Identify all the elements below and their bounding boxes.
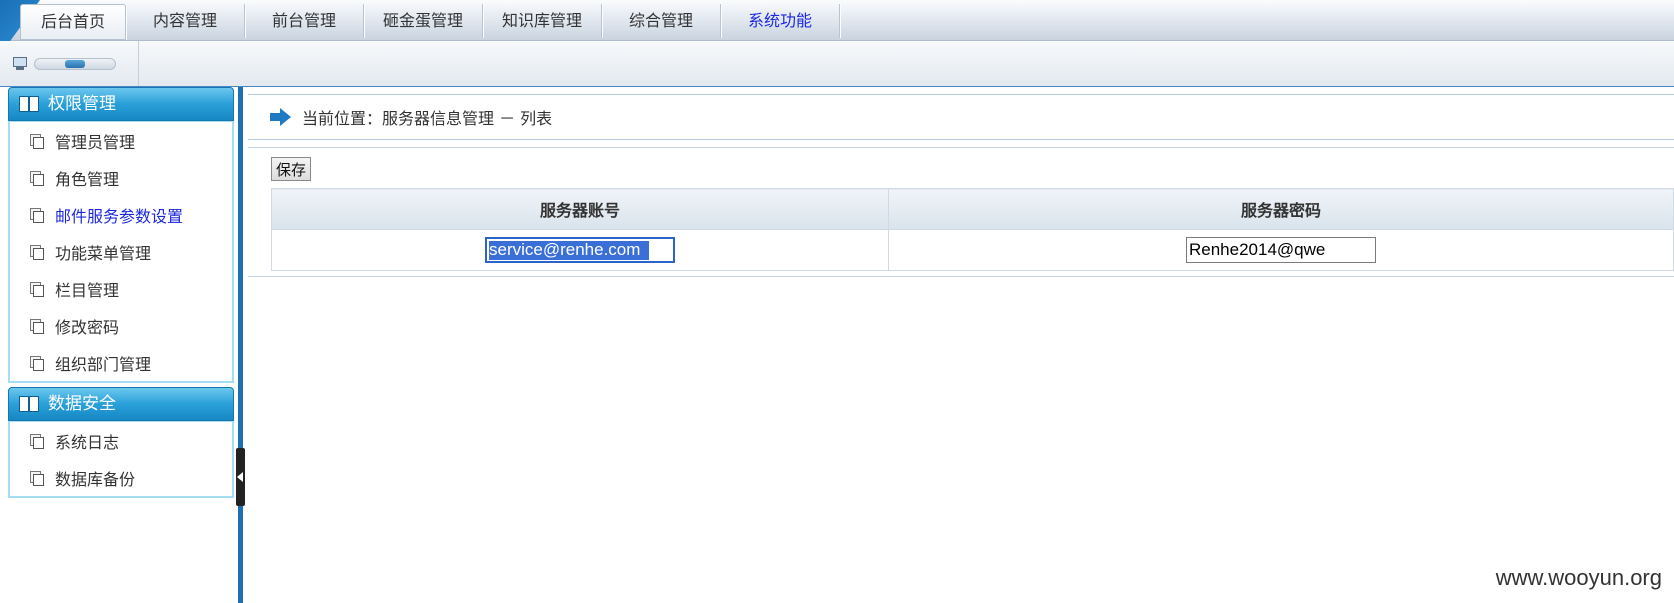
tab-home[interactable]: 后台首页 [20,4,126,40]
sidebar-item-role-management[interactable]: 角色管理 [10,159,232,196]
top-navigation: 后台首页 内容管理 前台管理 砸金蛋管理 知识库管理 综合管理 系统功能 [0,0,1674,44]
arrow-right-icon [270,108,292,126]
table-cell-account [271,229,889,271]
sidebar-group-permissions: 权限管理 管理员管理 角色管理 邮件服务参数设置 功能菜单管理 栏目管理 修改密… [8,87,234,383]
table-header-row: 服务器账号 服务器密码 [271,188,1674,230]
account-field[interactable] [485,237,675,263]
document-icon [30,471,44,486]
table-row [271,229,1674,271]
document-icon [30,245,44,260]
document-icon [30,171,44,186]
width-slider[interactable] [34,57,116,70]
column-header-password: 服务器密码 [888,188,1674,230]
sidebar-item-label: 修改密码 [55,317,120,337]
table-cell-password [888,229,1674,271]
sidebar-group-title: 数据安全 [48,394,116,414]
sidebar-item-database-backup[interactable]: 数据库备份 [10,459,232,496]
tab-general-management[interactable]: 综合管理 [602,4,721,38]
book-icon [19,396,39,412]
nav-tabs: 后台首页 内容管理 前台管理 砸金蛋管理 知识库管理 综合管理 系统功能 [20,4,840,40]
sidebar-item-label: 邮件服务参数设置 [55,206,184,226]
breadcrumb-text: 当前位置：服务器信息管理 － 列表 [302,109,553,128]
sidebar-item-system-log[interactable]: 系统日志 [10,422,232,459]
sidebar-group-items: 管理员管理 角色管理 邮件服务参数设置 功能菜单管理 栏目管理 修改密码 组织部… [8,121,234,383]
sidebar-item-label: 栏目管理 [55,280,120,300]
sidebar-item-mail-service-settings[interactable]: 邮件服务参数设置 [10,196,232,233]
column-header-account: 服务器账号 [271,188,889,230]
slider-knob[interactable] [65,59,85,68]
breadcrumb: 当前位置：服务器信息管理 － 列表 [248,94,1674,140]
main-content: 当前位置：服务器信息管理 － 列表 保存 服务器账号 服务器密码 [248,94,1674,603]
save-button[interactable]: 保存 [271,157,311,181]
sidebar-collapse-handle[interactable] [236,448,245,506]
sidebar-item-label: 角色管理 [55,169,120,189]
watermark: www.wooyun.org [1495,565,1662,590]
document-icon [30,319,44,334]
book-icon [19,96,39,112]
document-icon [30,208,44,223]
tab-frontend-management[interactable]: 前台管理 [245,4,364,38]
sidebar-group-title: 权限管理 [48,94,116,114]
sidebar-item-label: 数据库备份 [55,469,136,489]
tab-golden-egg-management[interactable]: 砸金蛋管理 [364,4,483,38]
sidebar: 权限管理 管理员管理 角色管理 邮件服务参数设置 功能菜单管理 栏目管理 修改密… [0,87,243,603]
tab-knowledge-base-management[interactable]: 知识库管理 [483,4,602,38]
tab-content-management[interactable]: 内容管理 [126,4,245,38]
sidebar-item-label: 组织部门管理 [55,354,152,374]
sidebar-item-admin-management[interactable]: 管理员管理 [10,122,232,159]
sidebar-group-items: 系统日志 数据库备份 [8,421,234,498]
server-info-table: 服务器账号 服务器密码 [271,188,1674,271]
sidebar-item-department-management[interactable]: 组织部门管理 [10,344,232,381]
document-icon [30,356,44,371]
tab-system-functions[interactable]: 系统功能 [721,4,840,38]
sidebar-item-change-password[interactable]: 修改密码 [10,307,232,344]
toolbar [0,41,1674,87]
sidebar-item-label: 功能菜单管理 [55,243,152,263]
server-password-input[interactable] [1186,237,1376,263]
server-info-panel: 保存 服务器账号 服务器密码 [248,147,1674,277]
sidebar-group-data-security: 数据安全 系统日志 数据库备份 [8,387,234,498]
sidebar-divider [238,87,243,603]
sidebar-group-header[interactable]: 权限管理 [8,87,234,121]
password-field[interactable] [1186,237,1376,263]
sidebar-item-function-menu-management[interactable]: 功能菜单管理 [10,233,232,270]
sidebar-item-label: 系统日志 [55,432,120,452]
document-icon [30,134,44,149]
sidebar-item-column-management[interactable]: 栏目管理 [10,270,232,307]
sidebar-group-header[interactable]: 数据安全 [8,387,234,421]
document-icon [30,282,44,297]
document-icon [30,434,44,449]
server-account-input[interactable] [485,237,675,263]
sidebar-item-label: 管理员管理 [55,132,136,152]
monitor-icon[interactable] [12,56,28,71]
toolbar-controls [0,41,139,86]
